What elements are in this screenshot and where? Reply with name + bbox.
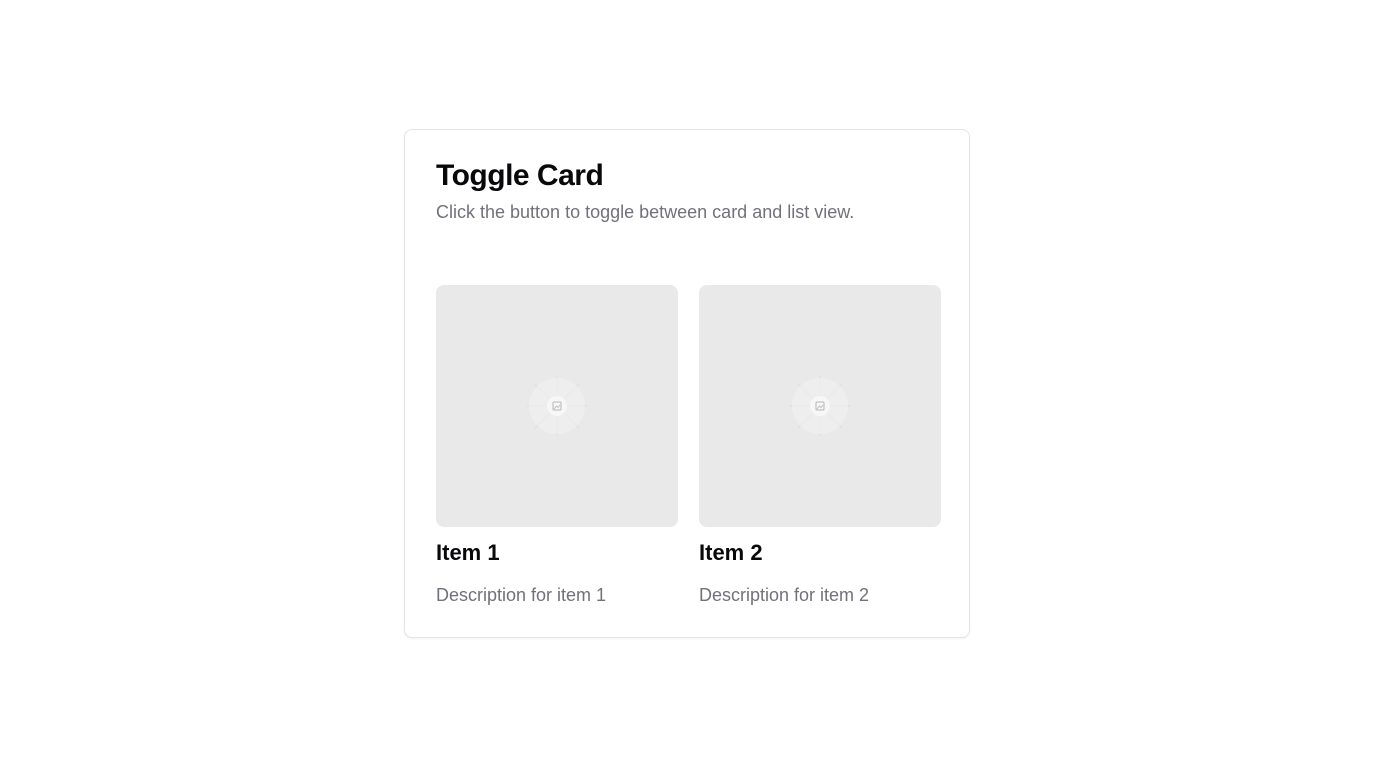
grid-item[interactable]: Item 1 Description for item 1: [436, 285, 678, 605]
item-title: Item 2: [699, 540, 763, 565]
page: Toggle Card Click the button to toggle b…: [0, 0, 1376, 768]
item-title: Item 1: [436, 540, 500, 565]
grid-item[interactable]: Item 2 Description for item 2: [699, 285, 941, 605]
item-description: Description for item 1: [436, 585, 607, 605]
image-placeholder-icon: [527, 376, 587, 436]
toggle-card: Toggle Card Click the button to toggle b…: [404, 129, 970, 638]
item-description: Description for item 2: [699, 585, 870, 605]
card-title: Toggle Card: [436, 159, 604, 192]
item-image-placeholder: [436, 285, 678, 527]
item-image-placeholder: [699, 285, 941, 527]
image-placeholder-icon: [790, 376, 850, 436]
card-description: Click the button to toggle between card …: [436, 202, 855, 222]
